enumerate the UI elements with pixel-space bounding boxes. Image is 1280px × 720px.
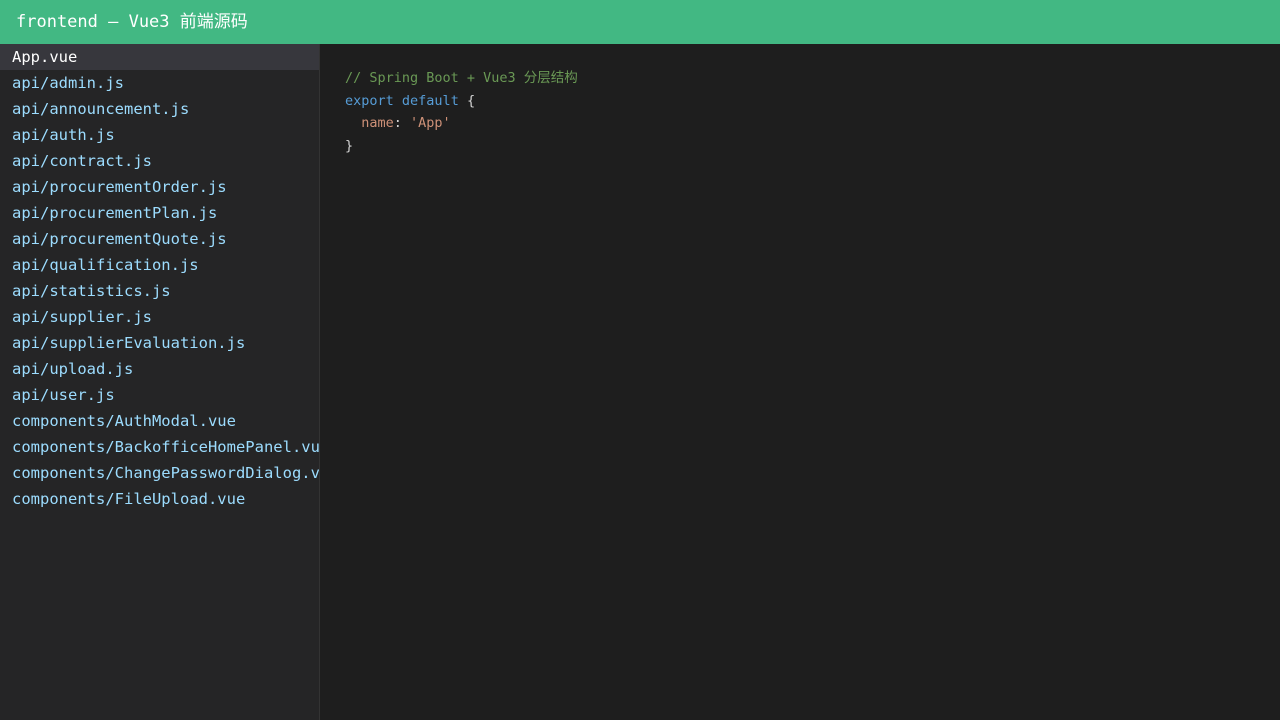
window-title: frontend — Vue3 前端源码 — [0, 0, 1280, 44]
code-line-1: // Spring Boot + Vue3 分层结构 — [345, 67, 1280, 90]
code-property-name: name — [361, 115, 394, 131]
file-item-file-upload[interactable]: components/FileUpload.vue — [0, 486, 319, 512]
code-string-value: 'App' — [410, 115, 451, 131]
file-item-api-announcement[interactable]: api/announcement.js — [0, 96, 319, 122]
code-close-brace: } — [345, 137, 354, 154]
code-editor[interactable]: // Spring Boot + Vue3 分层结构 export defaul… — [320, 44, 1280, 720]
main-layout: App.vue api/admin.js api/announcement.js… — [0, 44, 1280, 720]
file-item-api-auth[interactable]: api/auth.js — [0, 122, 319, 148]
file-item-api-procurement-plan[interactable]: api/procurementPlan.js — [0, 200, 319, 226]
file-item-api-user[interactable]: api/user.js — [0, 382, 319, 408]
code-line-3: name: 'App' — [345, 112, 1280, 135]
code-keyword-default: default — [401, 92, 459, 109]
code-line-4: } — [345, 135, 1280, 158]
file-item-api-statistics[interactable]: api/statistics.js — [0, 278, 319, 304]
file-item-api-admin[interactable]: api/admin.js — [0, 70, 319, 96]
file-item-api-procurement-quote[interactable]: api/procurementQuote.js — [0, 226, 319, 252]
file-item-api-supplier[interactable]: api/supplier.js — [0, 304, 319, 330]
file-item-api-qualification[interactable]: api/qualification.js — [0, 252, 319, 278]
file-item-api-upload[interactable]: api/upload.js — [0, 356, 319, 382]
code-colon: : — [393, 115, 411, 131]
file-item-backoffice-home-panel[interactable]: components/BackofficeHomePanel.vue — [0, 434, 319, 460]
code-open-brace: { — [466, 92, 476, 109]
file-item-change-password-dialog[interactable]: components/ChangePasswordDialog.vue — [0, 460, 319, 486]
code-keyword-export: export — [345, 92, 394, 109]
file-item-auth-modal[interactable]: components/AuthModal.vue — [0, 408, 319, 434]
file-item-app-vue[interactable]: App.vue — [0, 44, 319, 70]
file-item-api-supplier-evaluation[interactable]: api/supplierEvaluation.js — [0, 330, 319, 356]
file-item-api-contract[interactable]: api/contract.js — [0, 148, 319, 174]
code-line-2: export default { — [345, 90, 1280, 113]
code-comment: // Spring Boot + Vue3 分层结构 — [345, 70, 578, 86]
file-tree-sidebar[interactable]: App.vue api/admin.js api/announcement.js… — [0, 44, 320, 720]
file-item-api-procurement-order[interactable]: api/procurementOrder.js — [0, 174, 319, 200]
